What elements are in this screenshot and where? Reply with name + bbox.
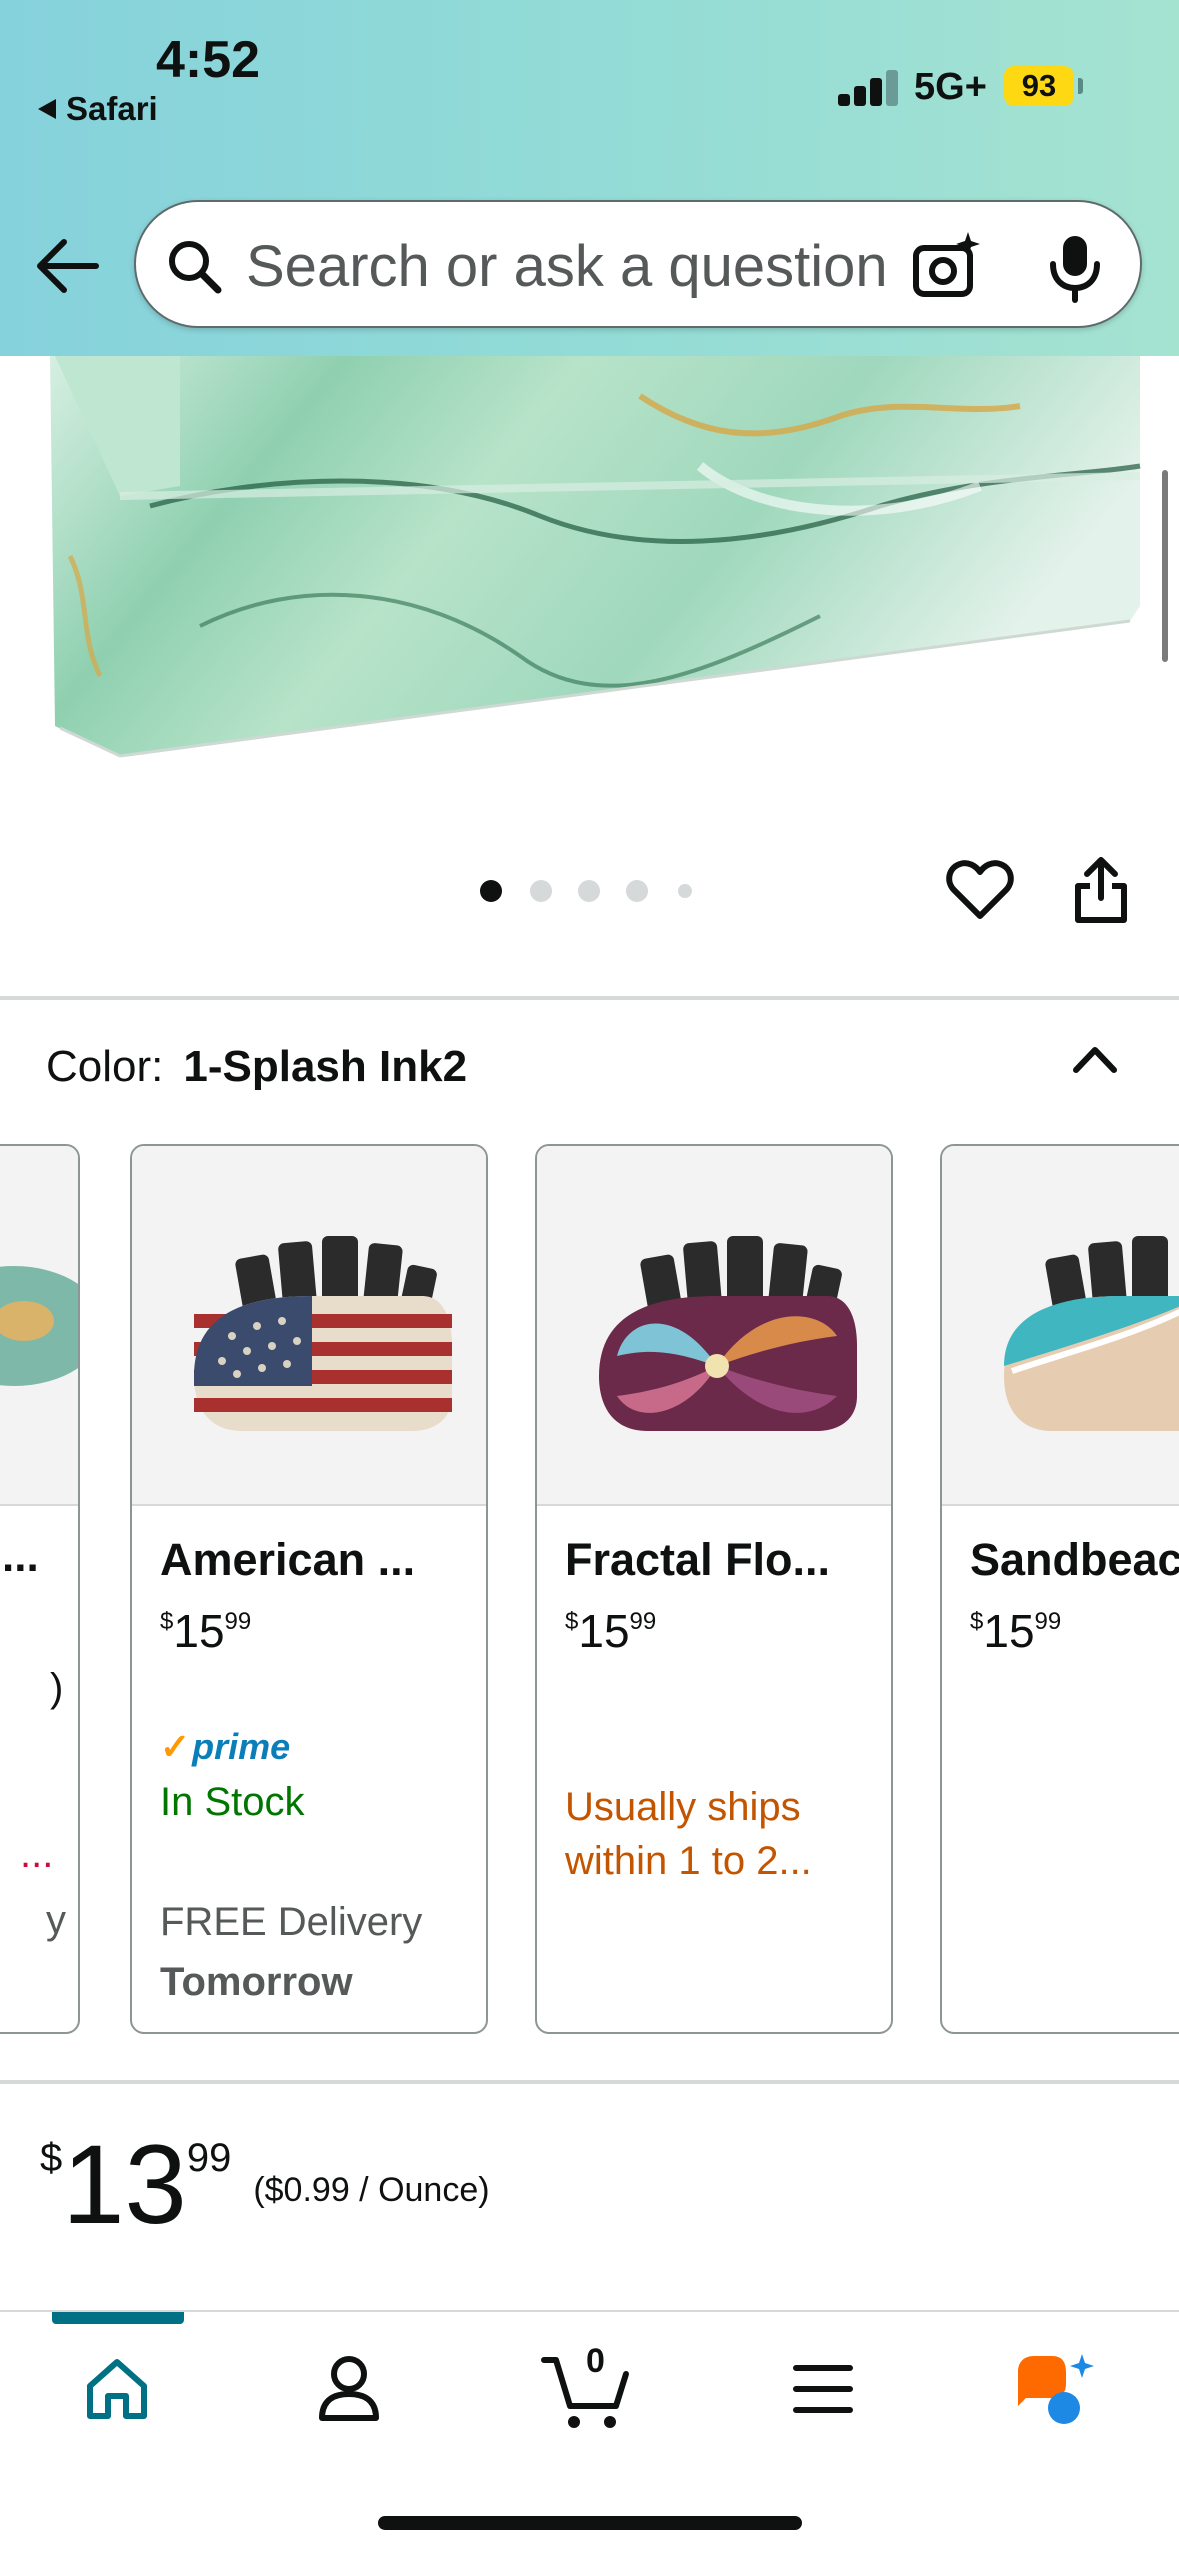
status-time: 4:52 bbox=[156, 31, 261, 89]
product-image[interactable] bbox=[0, 356, 1179, 776]
color-swatch-card-partial[interactable]: ... ) ... y bbox=[0, 1144, 80, 2034]
swatch-price: $1599 bbox=[160, 1604, 251, 1658]
pagination-dot-3[interactable] bbox=[578, 880, 600, 902]
partial-delivery: y bbox=[46, 1898, 66, 1942]
account-icon[interactable] bbox=[314, 2352, 384, 2424]
price-whole: 15 bbox=[578, 1605, 630, 1657]
back-app-label: Safari bbox=[66, 90, 158, 127]
unit-price: ($0.99 / Ounce) bbox=[253, 2171, 490, 2209]
price-whole: 15 bbox=[173, 1605, 225, 1657]
section-divider bbox=[0, 2080, 1179, 2084]
nav-active-indicator bbox=[52, 2312, 184, 2324]
swatch-name: American ... bbox=[160, 1534, 416, 1585]
delivery-day: Tomorrow bbox=[160, 1960, 353, 2004]
partial-line: ) bbox=[50, 1666, 64, 1710]
header: 4:52 Safari 5G+ 93 bbox=[0, 0, 1179, 356]
share-icon[interactable] bbox=[1070, 854, 1132, 926]
pagination-dot-5[interactable] bbox=[678, 884, 692, 898]
color-swatch-card[interactable]: American ... $1599 ✓prime In Stock FREE … bbox=[130, 1144, 488, 2034]
back-to-app-link[interactable]: Safari bbox=[38, 90, 158, 128]
prime-label: prime bbox=[192, 1726, 291, 1767]
home-icon[interactable] bbox=[82, 2354, 152, 2424]
signal-icon bbox=[838, 68, 900, 106]
search-bar[interactable] bbox=[134, 200, 1142, 328]
price-symbol: $ bbox=[970, 1608, 984, 1635]
swatch-image-graphic bbox=[599, 1236, 857, 1431]
swatch-image-graphic bbox=[1004, 1236, 1179, 1431]
collapse-chevron-up-icon[interactable] bbox=[1070, 1038, 1120, 1078]
menu-icon[interactable] bbox=[792, 2362, 854, 2416]
price-whole: 13 bbox=[62, 2122, 187, 2247]
prime-check-icon: ✓ bbox=[160, 1726, 191, 1767]
product-price: $1399 ($0.99 / Ounce) bbox=[40, 2120, 490, 2247]
price-symbol: $ bbox=[565, 1608, 579, 1635]
delivery-line: FREE Delivery bbox=[160, 1900, 423, 1944]
price-symbol: $ bbox=[160, 1608, 174, 1635]
microphone-icon[interactable] bbox=[1044, 232, 1106, 304]
camera-search-icon[interactable] bbox=[912, 230, 984, 302]
search-input[interactable] bbox=[246, 224, 926, 308]
back-triangle-icon bbox=[38, 99, 56, 119]
swatch-image bbox=[0, 1146, 78, 1506]
swatch-image-graphic bbox=[194, 1236, 452, 1431]
pagination-dot-1[interactable] bbox=[480, 880, 502, 902]
price-fraction: 99 bbox=[629, 1608, 657, 1635]
color-selection-label: Color: 1-Splash Ink2 bbox=[46, 1042, 467, 1092]
swatch-image bbox=[132, 1146, 486, 1506]
rufus-assistant-icon[interactable] bbox=[1012, 2350, 1096, 2428]
product-page: 4:52 Safari 5G+ 93 Search or ask a quest… bbox=[0, 0, 1179, 2556]
battery-icon: 93 bbox=[1004, 66, 1074, 106]
availability-status: In Stock bbox=[160, 1780, 305, 1824]
section-divider bbox=[0, 996, 1179, 1000]
price-whole: 15 bbox=[983, 1605, 1035, 1657]
swatch-image bbox=[942, 1146, 1179, 1506]
swatch-name: Sandbeac bbox=[970, 1534, 1179, 1585]
swatch-image bbox=[537, 1146, 891, 1506]
back-arrow-icon[interactable] bbox=[34, 236, 100, 296]
delivery-info: FREE Delivery Tomorrow bbox=[160, 1892, 422, 2012]
price-fraction: 99 bbox=[1034, 1608, 1062, 1635]
color-swatch-card[interactable]: Fractal Flo... $1599 Usually ships withi… bbox=[535, 1144, 893, 2034]
pagination-dot-2[interactable] bbox=[530, 880, 552, 902]
price-fraction: 99 bbox=[224, 1608, 252, 1635]
swatch-name: Fractal Flo... bbox=[565, 1534, 831, 1585]
battery-tip bbox=[1078, 78, 1083, 94]
swatch-price: $1599 bbox=[565, 1604, 656, 1658]
pagination-dot-4[interactable] bbox=[626, 880, 648, 902]
color-label: Color: bbox=[46, 1042, 164, 1091]
cart-count-badge: 0 bbox=[586, 2342, 605, 2380]
color-swatch-card[interactable]: Sandbeac $1599 bbox=[940, 1144, 1179, 2034]
availability-status: Usually ships within 1 to 2... bbox=[565, 1785, 812, 1883]
selected-color-value: 1-Splash Ink2 bbox=[183, 1042, 468, 1091]
price-fraction: 99 bbox=[186, 2136, 232, 2180]
partial-name: ... bbox=[2, 1532, 39, 1581]
home-indicator[interactable] bbox=[378, 2516, 802, 2530]
price-symbol: $ bbox=[40, 2136, 63, 2180]
page-scrollbar[interactable] bbox=[1162, 470, 1168, 662]
network-type: 5G+ bbox=[914, 66, 987, 108]
swatch-price: $1599 bbox=[970, 1604, 1061, 1658]
prime-badge: ✓prime bbox=[160, 1726, 290, 1768]
partial-ship: ... bbox=[20, 1832, 54, 1876]
search-icon bbox=[169, 241, 222, 294]
heart-icon[interactable] bbox=[946, 858, 1014, 922]
swatch-image-graphic bbox=[0, 1266, 78, 1386]
